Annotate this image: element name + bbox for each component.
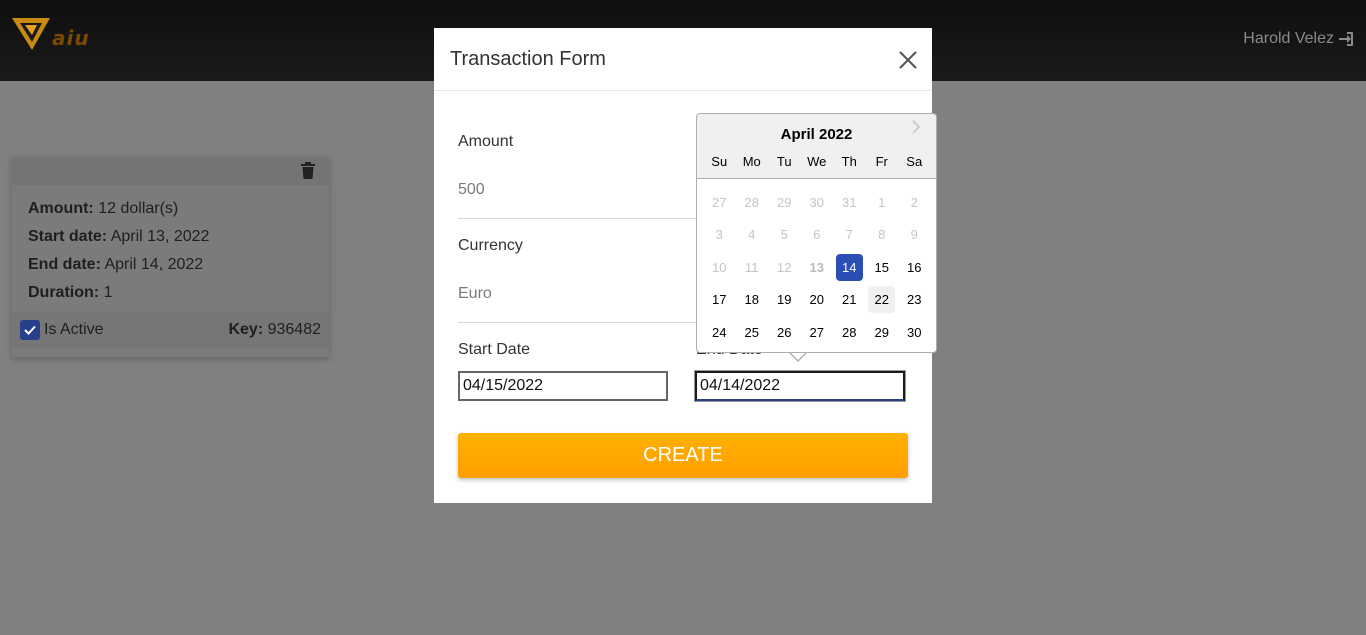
day-cell[interactable]: 27 bbox=[706, 189, 733, 216]
day-cell[interactable]: 2 bbox=[901, 189, 928, 216]
currency-field[interactable]: Euro bbox=[458, 285, 492, 303]
user-name: Harold Velez bbox=[1243, 30, 1334, 47]
card-key: Key: 936482 bbox=[228, 321, 321, 339]
active-toggle[interactable]: Is Active bbox=[20, 320, 104, 340]
day-cell[interactable]: 3 bbox=[706, 221, 733, 248]
trash-icon[interactable] bbox=[301, 162, 315, 179]
card-end-label: End date: bbox=[28, 256, 101, 273]
datepicker-days: 27 28 29 30 31 1 2 3 4 5 6 7 8 9 10 11 12 13 14 15 16 17 18 19 2… bbox=[703, 186, 931, 349]
day-cell[interactable]: 14 bbox=[835, 253, 863, 281]
next-month-icon[interactable] bbox=[910, 120, 922, 134]
card-end-value: April 14, 2022 bbox=[104, 256, 204, 273]
datepicker-header: April 2022 Su Mo Tu We Th Fr Sa bbox=[697, 114, 936, 179]
start-date-input[interactable] bbox=[458, 371, 668, 401]
day-cell[interactable]: 30 bbox=[803, 189, 830, 216]
amount-label: Amount bbox=[458, 133, 514, 150]
week-row: 10 11 12 13 14 15 16 bbox=[703, 251, 931, 284]
day-cell[interactable]: 8 bbox=[868, 221, 895, 248]
weekday-fr: Fr bbox=[875, 154, 888, 169]
day-cell[interactable]: 24 bbox=[706, 319, 733, 346]
card-start-row: Start date: April 13, 2022 bbox=[28, 223, 313, 251]
datepicker-pointer bbox=[790, 352, 806, 360]
day-cell[interactable]: 5 bbox=[771, 221, 798, 248]
create-button[interactable]: CREATE bbox=[458, 433, 908, 478]
card-start-label: Start date: bbox=[28, 228, 108, 245]
day-cell[interactable]: 17 bbox=[706, 286, 733, 313]
week-row: 27 28 29 30 31 1 2 bbox=[703, 186, 931, 219]
day-cell[interactable]: 20 bbox=[803, 286, 830, 313]
weekday-we: We bbox=[807, 154, 827, 169]
sign-in-icon[interactable] bbox=[1338, 31, 1354, 47]
day-cell[interactable]: 29 bbox=[868, 319, 895, 346]
day-cell[interactable]: 15 bbox=[868, 254, 895, 281]
day-cell[interactable]: 13 bbox=[803, 254, 830, 281]
day-cell[interactable]: 23 bbox=[901, 286, 928, 313]
week-row: 24 25 26 27 28 29 30 bbox=[703, 316, 931, 349]
day-cell[interactable]: 31 bbox=[836, 189, 863, 216]
day-cell[interactable]: 1 bbox=[868, 189, 895, 216]
datepicker-month-label: April 2022 bbox=[780, 126, 853, 143]
logo-text: aiu bbox=[52, 26, 90, 50]
day-cell[interactable]: 21 bbox=[836, 286, 863, 313]
end-date-datepicker: April 2022 Su Mo Tu We Th Fr Sa 27 28 29 30 31 1 2 3 4… bbox=[696, 113, 937, 353]
card-duration-label: Duration: bbox=[28, 284, 100, 301]
active-checkbox[interactable] bbox=[20, 320, 40, 340]
day-cell[interactable]: 30 bbox=[901, 319, 928, 346]
amount-field[interactable]: 500 bbox=[458, 181, 485, 199]
logo-v-icon bbox=[12, 18, 50, 50]
weekday-tu: Tu bbox=[776, 154, 792, 169]
day-cell[interactable]: 25 bbox=[738, 319, 765, 346]
card-key-value: 936482 bbox=[267, 321, 321, 338]
day-cell[interactable]: 28 bbox=[738, 189, 765, 216]
week-row: 3456789 bbox=[703, 219, 931, 252]
check-icon bbox=[24, 325, 36, 335]
card-amount-value: 12 dollar(s) bbox=[98, 200, 179, 217]
card-body: Amount: 12 dollar(s) Start date: April 1… bbox=[12, 185, 329, 307]
brand-logo[interactable]: aiu bbox=[12, 16, 102, 56]
card-header bbox=[12, 157, 329, 185]
day-cell[interactable]: 18 bbox=[738, 286, 765, 313]
day-cell[interactable]: 12 bbox=[771, 254, 798, 281]
day-cell[interactable]: 19 bbox=[771, 286, 798, 313]
card-duration-value: 1 bbox=[103, 284, 113, 301]
day-cell[interactable]: 10 bbox=[706, 254, 733, 281]
end-date-input[interactable] bbox=[695, 371, 905, 401]
user-menu[interactable]: Harold Velez bbox=[1243, 30, 1354, 48]
day-cell[interactable]: 26 bbox=[771, 319, 798, 346]
weekday-th: Th bbox=[841, 154, 857, 169]
card-start-value: April 13, 2022 bbox=[110, 228, 210, 245]
week-row: 17 18 19 20 21 22 23 bbox=[703, 284, 931, 317]
day-cell[interactable]: 16 bbox=[901, 254, 928, 281]
close-icon[interactable] bbox=[898, 50, 918, 70]
modal-title: Transaction Form bbox=[450, 48, 606, 70]
start-date-label: Start Date bbox=[458, 341, 531, 358]
currency-label: Currency bbox=[458, 237, 523, 254]
transaction-card: Amount: 12 dollar(s) Start date: April 1… bbox=[12, 157, 329, 357]
day-cell[interactable]: 7 bbox=[836, 221, 863, 248]
active-label: Is Active bbox=[44, 321, 104, 338]
card-amount-row: Amount: 12 dollar(s) bbox=[28, 195, 313, 223]
weekday-mo: Mo bbox=[742, 154, 761, 169]
card-end-row: End date: April 14, 2022 bbox=[28, 251, 313, 279]
day-cell[interactable]: 28 bbox=[836, 319, 863, 346]
card-key-label: Key: bbox=[228, 321, 264, 338]
day-cell[interactable]: 4 bbox=[738, 221, 765, 248]
day-cell[interactable]: 11 bbox=[738, 254, 765, 281]
card-footer: Is Active Key: 936482 bbox=[12, 312, 329, 348]
day-cell[interactable]: 6 bbox=[803, 221, 830, 248]
card-duration-row: Duration: 1 bbox=[28, 279, 313, 307]
weekday-su: Su bbox=[711, 154, 728, 169]
weekday-row: Su Mo Tu We Th Fr Sa bbox=[703, 154, 931, 169]
modal-header: Transaction Form bbox=[434, 28, 932, 91]
day-cell[interactable]: 27 bbox=[803, 319, 830, 346]
weekday-sa: Sa bbox=[906, 154, 923, 169]
day-cell[interactable]: 29 bbox=[771, 189, 798, 216]
card-amount-label: Amount: bbox=[28, 200, 94, 217]
day-cell[interactable]: 9 bbox=[901, 221, 928, 248]
day-cell[interactable]: 22 bbox=[868, 286, 896, 314]
